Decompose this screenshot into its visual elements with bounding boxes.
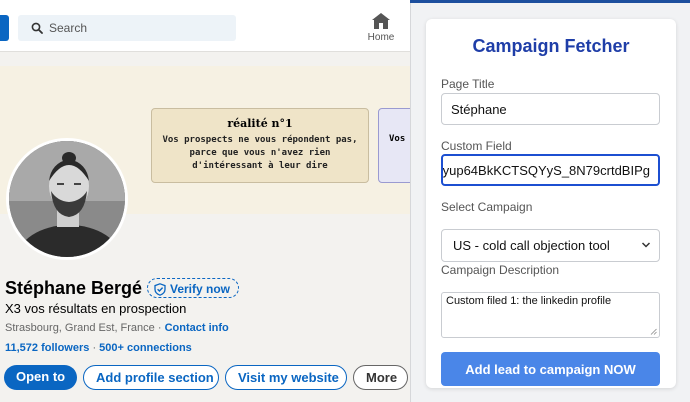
extension-panel: Campaign Fetcher Page Title Stéphane Cus…: [410, 3, 690, 402]
custom-field-value: Dmyup64BkKCTSQYyS_8N79crtdBIPg: [441, 163, 650, 178]
verify-now-label: Verify now: [170, 282, 231, 296]
linkedin-topbar: Search Home: [0, 0, 410, 52]
campaign-select[interactable]: US - cold call objection tool: [441, 229, 660, 262]
profile-headline: X3 vos résultats en prospection: [5, 301, 187, 316]
cover-card-second: Vos: [378, 108, 410, 183]
connections-link[interactable]: 500+ connections: [99, 342, 192, 354]
nav-home[interactable]: Home: [362, 12, 400, 43]
search-bar[interactable]: Search: [18, 15, 236, 41]
visit-website-button[interactable]: Visit my website: [225, 365, 347, 390]
select-campaign-label: Select Campaign: [441, 200, 533, 214]
profile-location: Strasbourg, Grand Est, France: [5, 322, 155, 334]
campaign-description-label: Campaign Description: [441, 263, 560, 277]
profile-avatar[interactable]: [6, 138, 128, 260]
open-to-button[interactable]: Open to: [4, 365, 77, 390]
campaign-description-value: Custom filed 1: the linkedin profile: [446, 295, 612, 307]
profile-location-line: Strasbourg, Grand Est, France · Contact …: [5, 322, 229, 334]
page-title-label: Page Title: [441, 77, 495, 91]
campaign-select-value: US - cold call objection tool: [453, 238, 610, 253]
custom-field-label: Custom Field: [441, 139, 512, 153]
cover-card-title: réalité n°1: [227, 117, 293, 130]
more-button[interactable]: More: [353, 365, 408, 390]
contact-info-link[interactable]: Contact info: [165, 322, 229, 334]
chevron-down-icon: [641, 242, 651, 248]
person-photo-icon: [9, 141, 125, 257]
home-icon: [372, 13, 390, 29]
nav-home-label: Home: [367, 32, 395, 43]
campaign-fetcher-card: Campaign Fetcher Page Title Stéphane Cus…: [426, 19, 676, 388]
add-profile-section-button[interactable]: Add profile section: [83, 365, 219, 390]
search-icon: [31, 22, 43, 34]
extension-title: Campaign Fetcher: [472, 36, 630, 56]
shield-check-icon: [154, 282, 166, 296]
verify-now-button[interactable]: Verify now: [147, 278, 240, 298]
stats-separator: ·: [89, 342, 100, 354]
page-title-input[interactable]: Stéphane: [441, 93, 660, 125]
location-separator: ·: [154, 322, 165, 334]
cover-card-line: Vos prospects ne vous répondent pas,: [162, 135, 358, 145]
cover-card-second-text: Vos: [389, 134, 406, 144]
avatar-photo: [9, 141, 125, 257]
resize-grip-icon[interactable]: [650, 328, 657, 335]
cover-card-reality: réalité n°1 Vos prospects ne vous répond…: [151, 108, 369, 183]
search-input[interactable]: Search: [49, 21, 87, 35]
profile-name: Stéphane Bergé: [5, 278, 143, 298]
cover-card-line: d'intéressant à leur dire: [192, 161, 328, 171]
profile-stats: 11,572 followers · 500+ connections: [5, 342, 192, 354]
cover-card-body: Vos prospects ne vous répondent pas, par…: [152, 134, 368, 173]
cover-card-line: parce que vous n'avez rien: [189, 148, 331, 158]
custom-field-input[interactable]: Dmyup64BkKCTSQYyS_8N79crtdBIPg: [441, 154, 660, 186]
linkedin-logo-icon[interactable]: [0, 15, 9, 41]
followers-link[interactable]: 11,572 followers: [5, 342, 89, 354]
campaign-description-textarea[interactable]: Custom filed 1: the linkedin profile: [441, 292, 660, 338]
add-lead-button[interactable]: Add lead to campaign NOW: [441, 352, 660, 386]
